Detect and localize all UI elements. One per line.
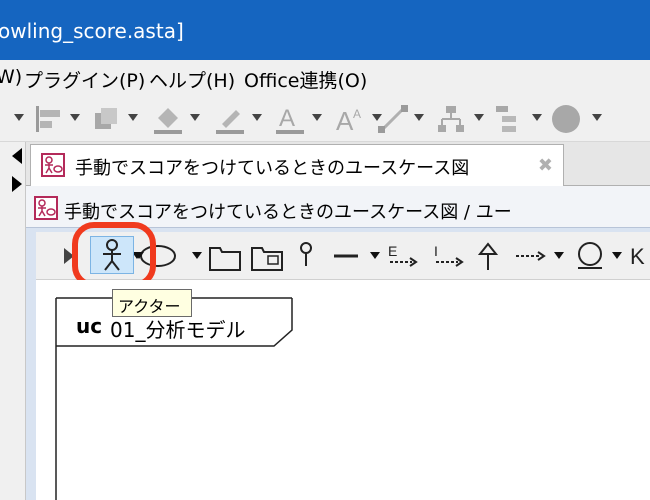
font-color-icon[interactable]: A [274, 104, 306, 134]
association-tool-icon[interactable] [332, 240, 360, 272]
chevron-down-icon[interactable] [128, 114, 138, 121]
usecase-diagram-icon [34, 196, 58, 220]
chevron-down-icon[interactable] [190, 114, 200, 121]
close-icon[interactable]: ✖ [538, 155, 553, 176]
main-toolbar: A AA [0, 96, 650, 142]
svg-text:K: K [630, 244, 645, 269]
chevron-down-icon[interactable] [474, 114, 484, 121]
chevron-down-icon[interactable] [592, 114, 602, 121]
chevron-down-icon[interactable] [532, 114, 542, 121]
font-size-icon[interactable]: AA [334, 104, 366, 134]
menu-item-plugin[interactable]: プラグイン(P) [24, 66, 145, 93]
subsystem-tool-icon[interactable] [250, 240, 284, 272]
chevron-down-icon[interactable] [370, 252, 380, 259]
tab-label: 手動でスコアをつけているときのユースケース図 [75, 158, 470, 179]
expand-right-icon[interactable] [12, 176, 22, 192]
chevron-down-icon[interactable] [554, 252, 564, 259]
svg-text:A: A [353, 107, 361, 121]
chevron-down-icon[interactable] [252, 114, 262, 121]
fill-color-icon[interactable] [152, 104, 184, 134]
package-tool-icon[interactable] [208, 240, 242, 272]
window-title: owling_score.asta] [0, 19, 184, 43]
svg-text:I: I [434, 243, 438, 259]
tree-layout-icon[interactable] [436, 104, 466, 134]
note-tool-icon[interactable] [574, 240, 606, 272]
window-titlebar: owling_score.asta] [0, 0, 650, 60]
menu-item-help[interactable]: ヘルプ(H) [149, 66, 235, 93]
extend-tool-icon[interactable]: E [386, 240, 420, 272]
more-tool-icon[interactable]: K [630, 240, 650, 272]
line-style-icon[interactable] [376, 104, 410, 134]
line-color-icon[interactable] [214, 104, 246, 134]
chevron-down-icon[interactable] [14, 114, 24, 121]
tooltip: アクター [112, 289, 192, 317]
interface-tool-icon[interactable] [296, 240, 316, 272]
chevron-down-icon[interactable] [312, 114, 322, 121]
arrange-icon[interactable] [92, 104, 122, 134]
menu-item-office[interactable]: Office連携(O) [244, 66, 367, 93]
chevron-down-icon[interactable] [612, 252, 622, 259]
tab-usecase-diagram[interactable]: 手動でスコアをつけているときのユースケース図 ✖ [30, 144, 564, 186]
emoji-icon[interactable] [550, 104, 582, 134]
include-tool-icon[interactable]: I [432, 240, 466, 272]
menubar: W) プラグイン(P) ヘルプ(H) Office連携(O) [0, 60, 650, 96]
diagram-window-title: 手動でスコアをつけているときのユースケース図 / ユー [64, 202, 512, 223]
svg-text:A: A [279, 105, 295, 132]
generalization-tool-icon[interactable] [476, 240, 500, 272]
dependency-tool-icon[interactable] [514, 240, 548, 272]
collapse-left-icon[interactable] [12, 148, 22, 164]
menu-item-window[interactable]: W) [0, 66, 22, 88]
chevron-down-icon[interactable] [70, 114, 80, 121]
svg-text:A: A [336, 106, 354, 134]
usecase-diagram-icon [41, 153, 65, 177]
svg-text:E: E [388, 243, 397, 259]
diagram-tabbar: 手動でスコアをつけているときのユースケース図 ✖ [26, 142, 650, 186]
list-layout-icon[interactable] [494, 104, 524, 134]
highlight-ring [72, 222, 156, 288]
frame-name: 01_分析モデル [110, 318, 246, 342]
frame-keyword: uc [76, 314, 103, 338]
chevron-down-icon[interactable] [414, 114, 424, 121]
chevron-down-icon[interactable] [192, 252, 202, 259]
align-icon[interactable] [34, 104, 64, 134]
left-panel-strip [0, 142, 26, 500]
